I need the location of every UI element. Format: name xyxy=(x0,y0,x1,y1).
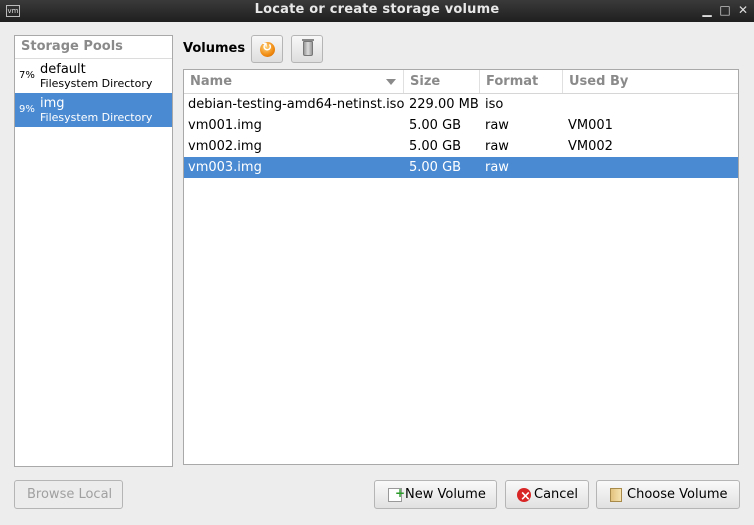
button-label: Choose Volume xyxy=(627,487,728,502)
title-bar: vm Locate or create storage volume ▁ □ ✕ xyxy=(0,0,754,22)
refresh-button[interactable] xyxy=(251,35,283,63)
new-file-icon xyxy=(388,480,405,507)
storage-pools-list: Storage Pools 7% default Filesystem Dire… xyxy=(14,35,173,467)
button-label: Cancel xyxy=(534,487,579,502)
pool-usage: 7% xyxy=(19,70,35,81)
volume-size: 5.00 GB xyxy=(409,118,462,133)
minimize-icon[interactable]: ▁ xyxy=(700,3,714,17)
open-file-icon xyxy=(610,488,622,502)
volume-size: 5.00 GB xyxy=(409,160,462,175)
pool-usage: 9% xyxy=(19,104,35,115)
volume-name: vm002.img xyxy=(188,139,262,154)
column-header-used-by[interactable]: Used By xyxy=(563,70,738,93)
button-label: New Volume xyxy=(405,487,486,502)
pool-item-img[interactable]: 9% img Filesystem Directory xyxy=(15,93,172,127)
volume-used-by: VM001 xyxy=(568,118,613,133)
sort-descending-icon xyxy=(386,79,396,85)
new-volume-button[interactable]: New Volume xyxy=(374,480,497,509)
pool-type: Filesystem Directory xyxy=(40,111,153,124)
column-header-label: Used By xyxy=(569,74,629,89)
browse-local-button[interactable]: Browse Local xyxy=(14,480,123,509)
button-label: Browse Local xyxy=(27,487,113,502)
volume-format: raw xyxy=(485,118,509,133)
volume-format: raw xyxy=(485,160,509,175)
storage-pools-header: Storage Pools xyxy=(15,36,172,59)
column-header-format[interactable]: Format xyxy=(480,70,563,93)
window-title: Locate or create storage volume xyxy=(254,2,500,17)
column-header-label: Name xyxy=(190,74,233,89)
column-header-label: Size xyxy=(410,74,441,89)
pool-name: img xyxy=(40,96,65,111)
storage-volume-dialog: vm Locate or create storage volume ▁ □ ✕… xyxy=(0,0,754,525)
choose-volume-button[interactable]: Choose Volume xyxy=(596,480,740,509)
cancel-icon xyxy=(517,483,531,510)
refresh-icon xyxy=(260,40,275,57)
volume-size: 229.00 MB xyxy=(409,97,479,112)
volumes-label: Volumes xyxy=(183,41,246,56)
cancel-button[interactable]: Cancel xyxy=(505,480,589,510)
table-row[interactable]: vm001.img 5.00 GB raw VM001 xyxy=(184,115,738,136)
table-header: Name Size Format Used By xyxy=(184,70,738,94)
volume-name: vm001.img xyxy=(188,118,262,133)
volume-used-by: VM002 xyxy=(568,139,613,154)
column-header-label: Format xyxy=(486,74,539,89)
column-header-size[interactable]: Size xyxy=(404,70,480,93)
pool-item-default[interactable]: 7% default Filesystem Directory xyxy=(15,59,172,93)
maximize-icon[interactable]: □ xyxy=(718,3,732,17)
delete-volume-button[interactable] xyxy=(291,35,323,63)
table-row[interactable]: debian-testing-amd64-netinst.iso 229.00 … xyxy=(184,94,738,115)
trash-icon xyxy=(302,39,314,56)
volume-name: vm003.img xyxy=(188,160,262,175)
volume-size: 5.00 GB xyxy=(409,139,462,154)
volume-name: debian-testing-amd64-netinst.iso xyxy=(188,97,405,112)
pool-name: default xyxy=(40,62,86,77)
column-header-name[interactable]: Name xyxy=(184,70,404,93)
table-row[interactable]: vm002.img 5.00 GB raw VM002 xyxy=(184,136,738,157)
volume-format: raw xyxy=(485,139,509,154)
table-row-selected[interactable]: vm003.img 5.00 GB raw xyxy=(184,157,738,178)
volume-format: iso xyxy=(485,97,504,112)
close-icon[interactable]: ✕ xyxy=(736,3,750,17)
volumes-table: Name Size Format Used By debian-testing-… xyxy=(183,69,739,465)
pool-type: Filesystem Directory xyxy=(40,77,153,90)
